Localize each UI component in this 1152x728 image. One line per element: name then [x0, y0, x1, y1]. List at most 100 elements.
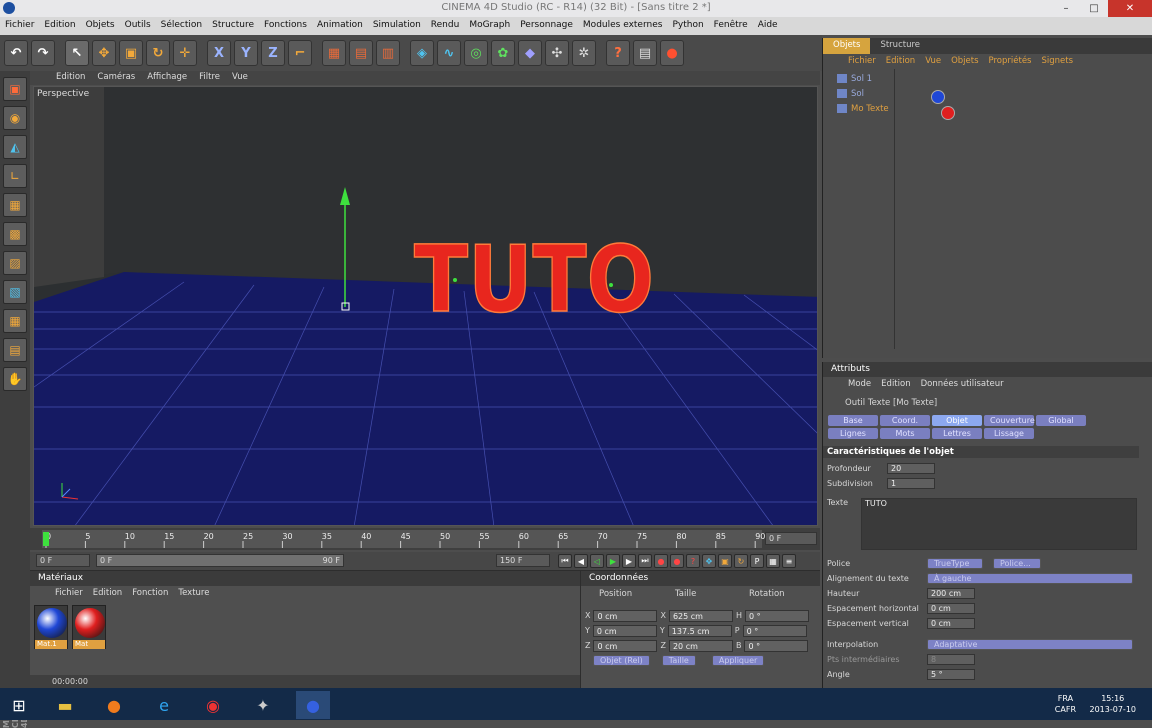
font-type-dropdown[interactable]: TrueType: [927, 558, 983, 569]
make-editable-icon[interactable]: ▣: [3, 77, 27, 101]
coord-size-field[interactable]: 625 cm: [668, 609, 733, 622]
viewport-menu-item[interactable]: Vue: [226, 71, 254, 85]
coord-rotation-field[interactable]: 0 °: [742, 624, 807, 637]
attributes-menu-item[interactable]: Mode: [843, 377, 876, 392]
max-frame-field[interactable]: 150 F: [496, 554, 550, 567]
attributes-menu-item[interactable]: Données utilisateur: [916, 377, 1009, 392]
play-icon[interactable]: ▶: [606, 554, 620, 568]
points-mode-icon[interactable]: ▦: [3, 193, 27, 217]
objects-menu-item[interactable]: Fichier: [843, 54, 881, 69]
timeline-menu-icon[interactable]: ≡: [782, 554, 796, 568]
materials-menu-item[interactable]: Edition: [88, 586, 127, 601]
tab-base[interactable]: Base: [828, 415, 878, 426]
layout-icon[interactable]: ▤: [633, 40, 657, 66]
autokey-icon[interactable]: ●: [670, 554, 684, 568]
minimize-button[interactable]: –: [1052, 0, 1080, 17]
menu-item-10[interactable]: MoGraph: [464, 17, 515, 35]
viewport-menu-item[interactable]: Affichage: [141, 71, 193, 85]
object-list-item[interactable]: Mo Texte: [823, 101, 894, 116]
material-tag-blue[interactable]: [931, 90, 945, 104]
menu-item-1[interactable]: Edition: [39, 17, 80, 35]
cinema4d-taskbar-icon[interactable]: ●: [296, 691, 330, 719]
objects-menu-item[interactable]: Vue: [920, 54, 946, 69]
close-button[interactable]: ✕: [1108, 0, 1152, 17]
render-view-icon[interactable]: ▦: [322, 40, 346, 66]
menu-item-9[interactable]: Rendu: [426, 17, 465, 35]
key-pos-icon[interactable]: ✥: [702, 554, 716, 568]
scale-tool-icon[interactable]: ▣: [119, 40, 143, 66]
chrome-icon[interactable]: ◉: [196, 691, 230, 719]
coord-position-field[interactable]: 0 cm: [593, 609, 658, 622]
keyframe-icon[interactable]: ?: [686, 554, 700, 568]
menu-item-13[interactable]: Python: [667, 17, 708, 35]
start-icon[interactable]: ⊞: [2, 691, 36, 719]
menu-item-0[interactable]: Fichier: [0, 17, 39, 35]
subdivision-field[interactable]: 1: [887, 478, 935, 489]
attributes-menu-item[interactable]: Edition: [876, 377, 915, 392]
vertical-spacing-field[interactable]: 0 cm: [927, 618, 975, 629]
rotate-tool-icon[interactable]: ↻: [146, 40, 170, 66]
font-button[interactable]: Police...: [993, 558, 1041, 569]
menu-item-2[interactable]: Objets: [81, 17, 120, 35]
x-axis-icon[interactable]: X: [207, 40, 231, 66]
menu-item-15[interactable]: Aide: [753, 17, 783, 35]
horizontal-spacing-field[interactable]: 0 cm: [927, 603, 975, 614]
redo-icon[interactable]: ↷: [31, 40, 55, 66]
tab-objects[interactable]: Objets: [823, 38, 871, 54]
prev-frame-icon[interactable]: ◀: [574, 554, 588, 568]
viewport[interactable]: TUTO Perspective: [33, 86, 818, 526]
key-scale-icon[interactable]: ▣: [718, 554, 732, 568]
language-indicator[interactable]: FRA CAFR: [1055, 693, 1076, 715]
key-pla-icon[interactable]: ▦: [766, 554, 780, 568]
size-mode-dropdown[interactable]: Taille: [661, 655, 696, 666]
coordinate-system-icon[interactable]: ⌐: [288, 40, 312, 66]
steps-field[interactable]: 8: [927, 654, 975, 665]
sculpt-icon[interactable]: ✋: [3, 367, 27, 391]
objects-menu-item[interactable]: Objets: [946, 54, 983, 69]
playhead[interactable]: [43, 532, 49, 546]
depth-field[interactable]: 20: [887, 463, 935, 474]
edges-mode-icon[interactable]: ▩: [3, 222, 27, 246]
key-rot-icon[interactable]: ↻: [734, 554, 748, 568]
material-tag-red[interactable]: [941, 106, 955, 120]
coord-rotation-field[interactable]: 0 °: [744, 609, 809, 622]
coord-mode-dropdown[interactable]: Objet (Rel): [593, 655, 650, 666]
coord-rotation-field[interactable]: 0 °: [744, 639, 809, 652]
play-back-icon[interactable]: ◁: [590, 554, 604, 568]
apply-button[interactable]: Appliquer: [711, 655, 765, 666]
materials-menu-item[interactable]: Fichier: [50, 586, 88, 601]
tab-coord[interactable]: Coord.: [880, 415, 930, 426]
render-picture-icon[interactable]: ▤: [349, 40, 373, 66]
tab-mots[interactable]: Mots: [880, 428, 930, 439]
last-frame-icon[interactable]: ⏭: [638, 554, 652, 568]
objects-menu-item[interactable]: Edition: [881, 54, 920, 69]
coord-size-field[interactable]: 137.5 cm: [667, 624, 732, 637]
viewport-menu-item[interactable]: Caméras: [91, 71, 141, 85]
viewport-menu-item[interactable]: Edition: [50, 71, 91, 85]
array-icon[interactable]: ✿: [491, 40, 515, 66]
clock[interactable]: 15:16 2013-07-10: [1090, 693, 1137, 715]
materials-menu-item[interactable]: Texture: [173, 586, 214, 601]
polygons-mode-icon[interactable]: ▨: [3, 251, 27, 275]
tab-global[interactable]: Global: [1036, 415, 1086, 426]
object-list-item[interactable]: Sol 1: [823, 71, 894, 86]
spline-icon[interactable]: ∿: [437, 40, 461, 66]
firefox-icon[interactable]: ●: [97, 691, 131, 719]
height-field[interactable]: 200 cm: [927, 588, 975, 599]
menu-item-12[interactable]: Modules externes: [578, 17, 668, 35]
angle-field[interactable]: 5 °: [927, 669, 975, 680]
undo-icon[interactable]: ↶: [4, 40, 28, 66]
timeline[interactable]: 051015202530354045505560657075808590 0 F: [30, 528, 820, 550]
menu-item-14[interactable]: Fenêtre: [709, 17, 753, 35]
text-3d[interactable]: TUTO: [413, 225, 655, 334]
range-slider[interactable]: 0 F 90 F: [96, 554, 344, 567]
key-param-icon[interactable]: P: [750, 554, 764, 568]
maximize-button[interactable]: □: [1080, 0, 1108, 17]
tab-lignes[interactable]: Lignes: [828, 428, 878, 439]
menu-item-7[interactable]: Animation: [312, 17, 368, 35]
coord-size-field[interactable]: 20 cm: [668, 639, 733, 652]
coord-position-field[interactable]: 0 cm: [593, 639, 658, 652]
interpolation-dropdown[interactable]: Adaptative: [927, 639, 1133, 650]
camera-icon[interactable]: ✲: [572, 40, 596, 66]
timeline-ruler[interactable]: 051015202530354045505560657075808590: [30, 528, 820, 550]
